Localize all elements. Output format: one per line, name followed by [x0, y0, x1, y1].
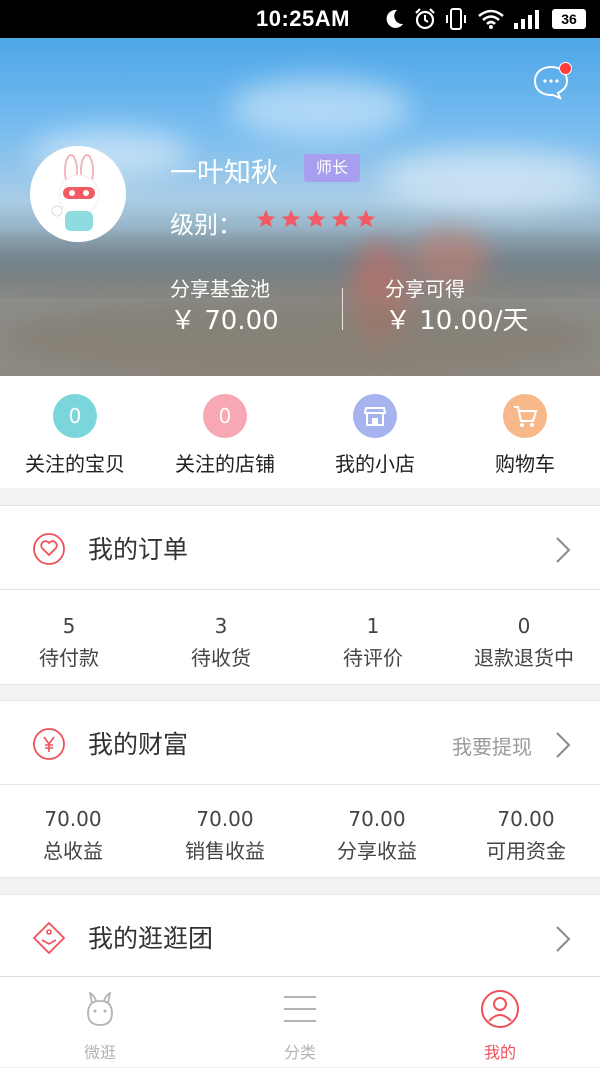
chevron-right-icon [554, 731, 572, 759]
cart-icon [503, 394, 547, 438]
battery-icon: 36 [552, 9, 586, 29]
quick-link-label: 购物车 [495, 452, 555, 476]
stat-number: 70.00 [348, 807, 406, 831]
stat-label: 销售收益 [185, 839, 265, 863]
profile-icon [480, 989, 520, 1029]
background-cloud [230, 78, 410, 138]
wealth-title: 我的财富 [88, 730, 189, 759]
stat-label: 分享收益 [337, 839, 417, 863]
moon-icon [382, 7, 406, 31]
share-earn-value: ￥ 10.00/天 [385, 306, 529, 336]
background-cloud [380, 148, 600, 208]
tab-category[interactable]: 分类 [200, 977, 400, 1068]
stat-label: 待付款 [39, 646, 99, 670]
tab-weiguang[interactable]: 微逛 [0, 977, 200, 1068]
quick-link-label: 关注的宝贝 [25, 452, 125, 476]
tab-label: 分类 [283, 1043, 316, 1062]
wealth-stat-share[interactable]: 70.00 分享收益 [302, 807, 452, 864]
quick-links: 0 关注的宝贝 0 关注的店铺 我的小店 购物车 [0, 376, 600, 488]
share-pool-value: ￥ 70.00 [170, 306, 279, 336]
wealth-card: 我的财富 我要提现 70.00 总收益 70.00 销售收益 70.00 分享收… [0, 700, 600, 878]
star-icon [256, 209, 276, 228]
share-pool-label: 分享基金池 [170, 277, 270, 301]
tab-label: 我的 [483, 1043, 516, 1062]
menu-icon [280, 989, 320, 1029]
stat-label: 总收益 [43, 839, 103, 863]
group-card: 我的逛逛团 [0, 894, 600, 978]
yuan-icon [32, 727, 66, 761]
star-icon [356, 209, 376, 228]
stat-label: 退款退货中 [474, 646, 574, 670]
stat-number: 70.00 [497, 807, 555, 831]
level-label: 级别： [170, 211, 242, 239]
stat-label: 待收货 [191, 646, 251, 670]
quick-link-cart[interactable]: 购物车 [450, 376, 600, 488]
quick-link-my-shop[interactable]: 我的小店 [300, 376, 450, 488]
stat-number: 70.00 [196, 807, 254, 831]
level-stars [255, 208, 377, 230]
quick-link-favorite-items[interactable]: 0 关注的宝贝 [0, 376, 150, 488]
tab-mine[interactable]: 我的 [400, 977, 600, 1068]
divider [342, 288, 343, 330]
orders-header[interactable]: 我的订单 [0, 506, 600, 590]
status-time: 10:25AM [256, 6, 350, 31]
stat-label: 待评价 [343, 646, 403, 670]
stat-number: 70.00 [44, 807, 102, 831]
wealth-stat-available[interactable]: 70.00 可用资金 [451, 807, 600, 864]
wealth-header[interactable]: 我的财富 我要提现 [0, 701, 600, 785]
rabbit-icon [80, 989, 120, 1029]
orders-title: 我的订单 [88, 535, 189, 564]
favorite-items-count: 0 [53, 394, 97, 438]
message-unread-dot [559, 62, 572, 75]
vibrate-icon [444, 7, 468, 31]
order-stat-pending-receipt[interactable]: 3 待收货 [146, 614, 296, 671]
star-icon [281, 209, 301, 228]
stat-label: 可用资金 [486, 839, 566, 863]
group-header[interactable]: 我的逛逛团 [0, 895, 600, 979]
star-icon [306, 209, 326, 228]
order-stat-pending-review[interactable]: 1 待评价 [298, 614, 448, 671]
shop-icon [353, 394, 397, 438]
orders-card: 我的订单 5 待付款 3 待收货 1 待评价 0 退款退货中 [0, 505, 600, 685]
user-name: 一叶知秋 [170, 158, 278, 189]
tag-icon [32, 921, 66, 955]
withdraw-link[interactable]: 我要提现 [452, 731, 532, 760]
stat-number: 5 [62, 614, 76, 638]
group-title: 我的逛逛团 [88, 924, 214, 953]
bottom-tab-bar: 微逛 分类 我的 [0, 976, 600, 1067]
wealth-stat-total[interactable]: 70.00 总收益 [0, 807, 148, 864]
chevron-right-icon [554, 925, 572, 953]
status-bar: 10:25AM 36 [0, 0, 600, 38]
star-icon [331, 209, 351, 228]
orders-icon [32, 532, 66, 566]
signal-icon [512, 7, 544, 31]
stat-number: 1 [366, 614, 380, 638]
quick-link-label: 关注的店铺 [175, 452, 275, 476]
quick-link-favorite-shops[interactable]: 0 关注的店铺 [150, 376, 300, 488]
wifi-icon [477, 7, 505, 31]
wealth-stat-sales[interactable]: 70.00 销售收益 [150, 807, 300, 864]
order-stat-refund[interactable]: 0 退款退货中 [449, 614, 599, 671]
order-stat-pending-payment[interactable]: 5 待付款 [0, 614, 144, 671]
role-badge: 师长 [304, 154, 360, 182]
share-earn-label: 分享可得 [385, 277, 465, 301]
stat-number: 0 [517, 614, 531, 638]
stat-number: 3 [214, 614, 228, 638]
tab-label: 微逛 [83, 1043, 116, 1062]
avatar[interactable] [30, 146, 126, 242]
quick-link-label: 我的小店 [335, 452, 415, 476]
chevron-right-icon [554, 536, 572, 564]
alarm-icon [412, 7, 438, 31]
favorite-shops-count: 0 [203, 394, 247, 438]
